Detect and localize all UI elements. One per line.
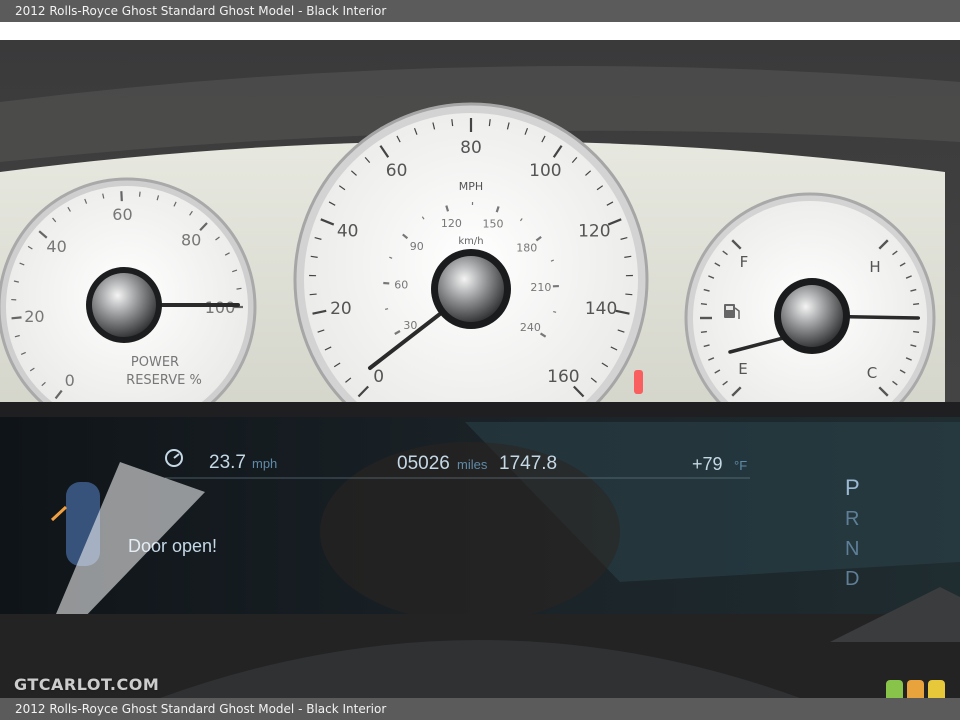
outside-temp-unit: °F <box>734 458 747 473</box>
odometer-unit: miles <box>457 457 488 472</box>
dial-tick <box>913 302 920 306</box>
gear-n: N <box>845 538 859 560</box>
power-reserve-label-line2: RESERVE % <box>126 373 202 388</box>
dial-label: 60 <box>112 205 132 224</box>
cluster-lower-frame <box>0 402 960 418</box>
dial-tick <box>700 302 707 306</box>
mph-unit-label: MPH <box>459 180 483 193</box>
dial-label: 240 <box>520 321 541 334</box>
dial-label: 100 <box>529 161 561 181</box>
dial-tick <box>385 308 389 310</box>
badge-green <box>886 680 903 698</box>
temp-hot-label: H <box>869 258 880 276</box>
fuel-temp-hub <box>781 285 843 347</box>
dial-label: 20 <box>330 299 352 319</box>
power-reserve-label-line1: POWER <box>131 355 179 370</box>
gear-r: R <box>845 508 859 530</box>
temp-cold-label: C <box>867 364 877 382</box>
odometer-value: 05026 <box>397 453 450 474</box>
watermark-logo: GTCARLOT.COM <box>14 675 160 694</box>
badge-yellow <box>928 680 945 698</box>
dial-label: 160 <box>547 367 579 387</box>
caption-top-text: 2012 Rolls-Royce Ghost Standard Ghost Mo… <box>15 4 387 18</box>
dial-label: 40 <box>337 221 359 241</box>
dial-label: 80 <box>181 230 201 249</box>
fuel-empty-label: E <box>738 360 747 378</box>
gear-p: P <box>845 475 860 500</box>
dial-tick <box>700 330 707 334</box>
fuel-full-label: F <box>740 253 749 271</box>
dial-label: 0 <box>65 371 75 390</box>
gear-d: D <box>845 568 859 590</box>
trip-value: 1747.8 <box>499 453 557 474</box>
dial-tick <box>309 293 317 296</box>
dial-label: 150 <box>482 217 503 230</box>
power-reserve-gauge: 0 20 40 60 80 100 POWER RESERVE % <box>0 177 257 437</box>
dial-label: 180 <box>516 242 537 255</box>
caption-bottom-bar: 2012 Rolls-Royce Ghost Standard Ghost Mo… <box>0 698 960 720</box>
instrument-cluster-scene: 0 20 40 60 80 100 POWER RESERVE % 0 20 40 60 80 10… <box>0 40 960 698</box>
dial-label: 0 <box>373 367 384 387</box>
dial-label: 100 <box>205 298 236 317</box>
dial-label: 60 <box>386 161 408 181</box>
dial-label: 120 <box>441 217 462 230</box>
average-speed-value: 23.7 <box>209 452 246 473</box>
dial-tick <box>138 191 141 197</box>
dial-label: 80 <box>460 138 482 158</box>
dial-tick <box>913 330 920 334</box>
dial-tick <box>625 293 633 296</box>
dial-label: 90 <box>410 240 424 253</box>
dial-label: 20 <box>24 307 44 326</box>
kmh-unit-label: km/h <box>458 236 483 247</box>
dial-label: 40 <box>46 237 66 256</box>
caption-top-bar: 2012 Rolls-Royce Ghost Standard Ghost Mo… <box>0 0 960 22</box>
dial-label: 120 <box>578 221 610 241</box>
dashboard-photo: 0 20 40 60 80 100 POWER RESERVE % 0 20 40 60 80 10… <box>0 22 960 698</box>
outside-temp-value: +79 <box>692 454 723 474</box>
caption-bottom-text: 2012 Rolls-Royce Ghost Standard Ghost Mo… <box>15 702 387 716</box>
dial-tick <box>11 316 22 320</box>
power-reserve-hub <box>92 273 156 337</box>
dial-tick <box>236 287 242 290</box>
dial-label: 210 <box>530 281 551 294</box>
badge-orange <box>907 680 924 698</box>
average-speed-unit: mph <box>252 456 277 471</box>
dial-label: 60 <box>394 278 408 291</box>
dial-label: 140 <box>585 299 617 319</box>
dial-tick <box>553 311 557 313</box>
warning-light <box>634 370 643 394</box>
speedometer-hub <box>438 256 504 322</box>
dial-tick <box>451 119 454 127</box>
dial-tick <box>488 119 491 127</box>
dial-label: 30 <box>403 319 417 332</box>
